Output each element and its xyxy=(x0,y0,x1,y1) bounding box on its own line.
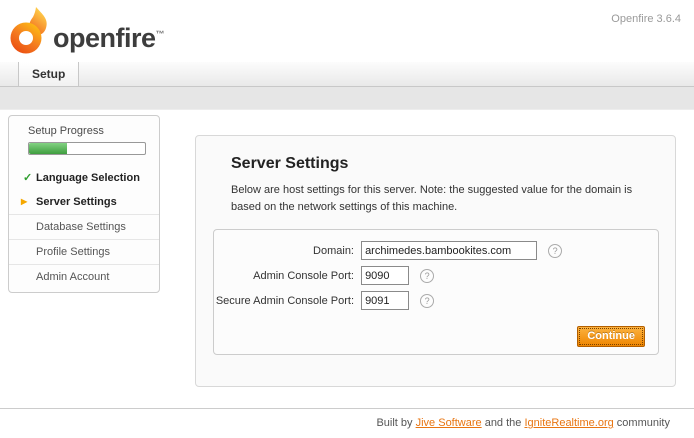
version-label: Openfire 3.6.4 xyxy=(611,13,681,25)
secure-port-input[interactable] xyxy=(361,291,409,310)
jive-software-link[interactable]: Jive Software xyxy=(416,417,482,429)
tab-bar: Setup xyxy=(0,62,694,87)
progress-bar xyxy=(28,142,146,155)
page-footer: Built by Jive Software and the IgniteRea… xyxy=(0,408,694,438)
sidebar-item-label: Server Settings xyxy=(36,196,117,208)
secure-port-label: Secure Admin Console Port: xyxy=(214,295,354,307)
progress-fill xyxy=(29,143,67,154)
setup-progress-label: Setup Progress xyxy=(9,116,159,142)
page-description: Below are host settings for this server.… xyxy=(231,182,643,216)
domain-label: Domain: xyxy=(214,245,354,257)
openfire-logo: openfire™ xyxy=(9,6,179,58)
content-area: Setup Progress ✓ Language Selection ▶ Se… xyxy=(0,110,694,408)
form-row-secure-port: Secure Admin Console Port: ? xyxy=(214,291,658,310)
app-header: openfire™ Openfire 3.6.4 xyxy=(0,0,694,62)
sidebar-item-profile-settings[interactable]: Profile Settings xyxy=(9,239,159,264)
admin-port-label: Admin Console Port: xyxy=(214,270,354,282)
logo-wordmark: openfire™ xyxy=(53,23,164,54)
footer-text: and the xyxy=(482,417,525,429)
setup-steps-nav: ✓ Language Selection ▶ Server Settings D… xyxy=(9,166,159,289)
igniterealtime-link[interactable]: IgniteRealtime.org xyxy=(524,417,613,429)
sidebar-item-database-settings[interactable]: Database Settings xyxy=(9,214,159,239)
sidebar-item-label: Profile Settings xyxy=(36,246,110,258)
sidebar-item-admin-account[interactable]: Admin Account xyxy=(9,264,159,289)
sub-nav-band xyxy=(0,87,694,110)
sidebar-item-label: Language Selection xyxy=(36,172,140,184)
footer-text: Built by xyxy=(376,417,415,429)
sidebar-item-label: Database Settings xyxy=(36,221,126,233)
server-settings-form: Domain: ? Admin Console Port: ? Secure A… xyxy=(213,229,659,355)
check-icon: ✓ xyxy=(23,171,32,184)
help-icon[interactable]: ? xyxy=(420,294,434,308)
server-settings-panel: Server Settings Below are host settings … xyxy=(195,135,676,387)
setup-progress-sidebar: Setup Progress ✓ Language Selection ▶ Se… xyxy=(8,115,160,293)
sidebar-item-language-selection[interactable]: ✓ Language Selection xyxy=(9,166,159,190)
help-icon[interactable]: ? xyxy=(420,269,434,283)
arrow-right-icon: ▶ xyxy=(21,197,27,206)
trademark-symbol: ™ xyxy=(156,29,165,39)
tab-setup[interactable]: Setup xyxy=(18,62,79,86)
footer-text: community xyxy=(614,417,670,429)
admin-port-input[interactable] xyxy=(361,266,409,285)
form-row-admin-port: Admin Console Port: ? xyxy=(214,266,658,285)
sidebar-item-server-settings[interactable]: ▶ Server Settings xyxy=(9,190,159,214)
sidebar-item-label: Admin Account xyxy=(36,271,109,283)
form-row-domain: Domain: ? xyxy=(214,241,658,260)
page-title: Server Settings xyxy=(231,155,675,173)
help-icon[interactable]: ? xyxy=(548,244,562,258)
domain-input[interactable] xyxy=(361,241,537,260)
continue-button[interactable]: Continue xyxy=(577,326,645,347)
